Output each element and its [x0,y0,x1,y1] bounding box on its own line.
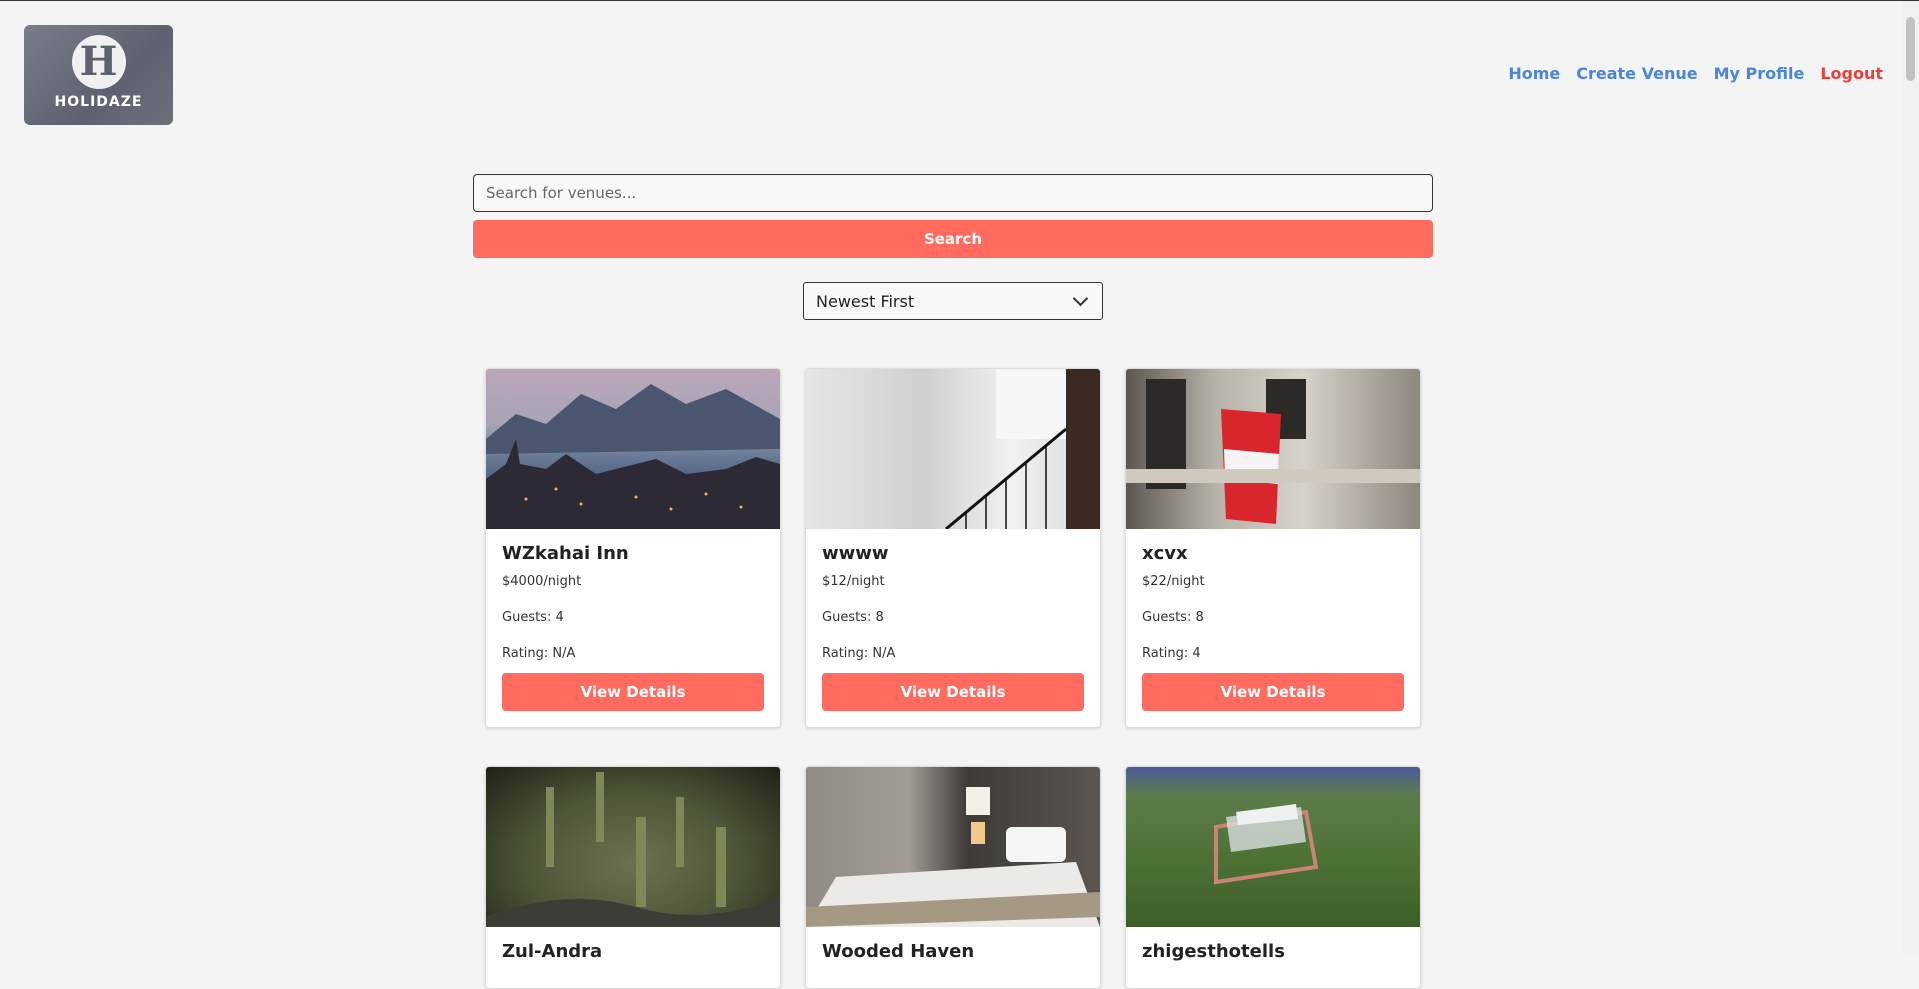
view-details-button[interactable]: View Details [502,673,764,711]
venue-rating: Rating: N/A [822,646,896,661]
venue-rating: Rating: 4 [1142,646,1201,661]
venue-price: $22/night [1142,574,1205,589]
venue-name: wwww [822,543,889,564]
venue-price: $4000/night [502,574,582,589]
venue-image [1126,369,1420,529]
venue-image [486,767,780,927]
venue-guests: Guests: 8 [822,610,884,625]
search-input[interactable] [473,174,1433,212]
venue-name: WZkahai Inn [502,543,629,564]
nav-create-venue-link[interactable]: Create Venue [1576,64,1697,83]
sort-select[interactable]: Newest First [803,282,1103,320]
venue-name: xcvx [1142,543,1188,564]
venue-card: Wooded Haven [805,766,1101,989]
chevron-down-icon [1072,290,1089,307]
view-details-button[interactable]: View Details [1142,673,1404,711]
nav-home-link[interactable]: Home [1508,64,1560,83]
sort-selected-value: Newest First [816,291,915,311]
venue-card: wwww $12/night Guests: 8 Rating: N/A Vie… [805,368,1101,728]
logo-h-mark: H [71,34,126,89]
venue-rating: Rating: N/A [502,646,576,661]
search-button[interactable]: Search [473,220,1433,258]
venue-image [486,369,780,529]
view-details-button[interactable]: View Details [822,673,1084,711]
venue-image [806,369,1100,529]
logo-wordmark: HOLIDAZE [54,93,143,110]
venue-guests: Guests: 8 [1142,610,1204,625]
venue-card: WZkahai Inn $4000/night Guests: 4 Rating… [485,368,781,728]
main-nav: Home Create Venue My Profile Logout [1508,64,1883,83]
venue-price: $12/night [822,574,885,589]
holidaze-logo[interactable]: H HOLIDAZE [24,25,173,125]
venue-image [1126,767,1420,927]
venue-card: xcvx $22/night Guests: 8 Rating: 4 View … [1125,368,1421,728]
venue-card: Zul-Andra [485,766,781,989]
venue-image [806,767,1100,927]
page-scrollbar[interactable] [1902,1,1919,953]
nav-my-profile-link[interactable]: My Profile [1714,64,1805,83]
nav-logout-link[interactable]: Logout [1820,64,1883,83]
scrollbar-thumb[interactable] [1906,17,1915,81]
venue-guests: Guests: 4 [502,610,564,625]
venue-card: zhigesthotells [1125,766,1421,989]
